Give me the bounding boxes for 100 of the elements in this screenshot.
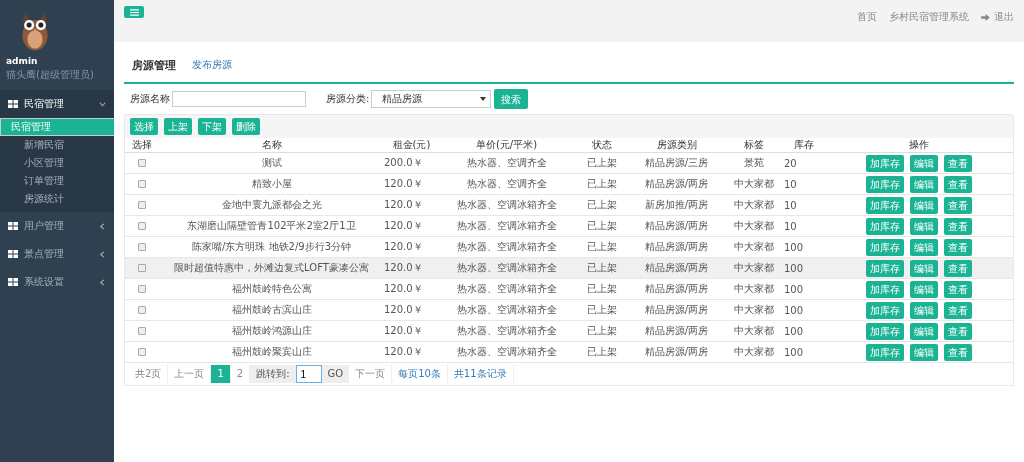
table-cell: 精品房源/三房 xyxy=(644,157,709,168)
submenu-item[interactable]: 小区管理 xyxy=(0,154,114,172)
nav-link[interactable]: 首页 xyxy=(857,10,877,24)
row-action-button[interactable]: 查看 xyxy=(943,175,972,193)
publish-link[interactable]: 发布房源 xyxy=(192,58,232,72)
column-header: 库存 xyxy=(794,139,814,150)
logout-link[interactable]: 退出 xyxy=(994,10,1014,24)
menu-item[interactable]: 用户管理 xyxy=(0,212,114,240)
go-button[interactable]: GO xyxy=(321,365,350,383)
row-action-button[interactable]: 编辑 xyxy=(909,175,938,193)
column-header: 选择 xyxy=(132,139,152,150)
table-cell: 测试 xyxy=(261,157,282,168)
menu-item[interactable]: 景点管理 xyxy=(0,240,114,268)
row-action-button[interactable]: 查看 xyxy=(943,259,972,277)
grid-icon xyxy=(8,250,18,258)
nav-link[interactable]: 乡村民宿管理系统 xyxy=(889,10,969,24)
row-action-button[interactable]: 编辑 xyxy=(909,322,938,340)
row-action-button[interactable]: 查看 xyxy=(943,217,972,235)
row-action-button[interactable]: 编辑 xyxy=(909,238,938,256)
row-action-button[interactable]: 查看 xyxy=(943,238,972,256)
action-button[interactable]: 上架 xyxy=(164,118,192,135)
row-action-button[interactable]: 加库存 xyxy=(865,154,904,172)
grid-icon xyxy=(8,222,18,230)
row-checkbox[interactable] xyxy=(138,305,146,314)
table-cell: 已上架 xyxy=(586,346,617,357)
table-cell: 精品房源/两房 xyxy=(644,346,709,357)
table-cell: 100 xyxy=(784,262,804,274)
table-cell: 已上架 xyxy=(586,157,617,168)
table-cell: 热水器、空调冰箱齐全 xyxy=(456,262,557,273)
row-checkbox[interactable] xyxy=(138,263,146,272)
row-action-button[interactable]: 加库存 xyxy=(865,259,904,277)
submenu-item[interactable]: 房源统计 xyxy=(0,190,114,208)
row-action-button[interactable]: 查看 xyxy=(943,280,972,298)
table-cell: 景苑 xyxy=(744,157,764,168)
row-action-button[interactable]: 编辑 xyxy=(909,343,938,361)
page-link[interactable]: 1 xyxy=(211,365,231,383)
table-cell: 精品房源/两房 xyxy=(644,283,709,294)
user-role-dropdown[interactable]: 猫头鹰(超级管理员) xyxy=(6,68,114,82)
row-action-button[interactable]: 查看 xyxy=(943,196,972,214)
row-action-button[interactable]: 加库存 xyxy=(865,301,904,319)
row-checkbox[interactable] xyxy=(138,326,146,335)
table-cell: 精品房源/两房 xyxy=(644,262,709,273)
table-cell: 中大家都 xyxy=(734,283,774,294)
row-action-button[interactable]: 加库存 xyxy=(865,238,904,256)
table-cell: 10 xyxy=(784,178,797,190)
jump-label: 跳转到: xyxy=(250,365,296,383)
row-action-button[interactable]: 查看 xyxy=(943,154,972,172)
row-checkbox[interactable] xyxy=(138,242,146,251)
submenu-item[interactable]: 新增民宿 xyxy=(0,136,114,154)
submenu-item[interactable]: 民宿管理 xyxy=(0,118,114,136)
row-action-button[interactable]: 加库存 xyxy=(865,196,904,214)
page-title: 房源管理 xyxy=(132,57,176,73)
row-action-button[interactable]: 加库存 xyxy=(865,343,904,361)
table-cell: 中大家都 xyxy=(734,325,774,336)
row-action-button[interactable]: 加库存 xyxy=(865,217,904,235)
table-cell: 热水器、空调冰箱齐全 xyxy=(456,304,557,315)
column-header: 操作 xyxy=(908,139,929,150)
row-action-button[interactable]: 查看 xyxy=(943,301,972,319)
table-cell: 中大家都 xyxy=(734,304,774,315)
table-cell: 已上架 xyxy=(586,262,617,273)
row-checkbox[interactable] xyxy=(138,284,146,293)
table-cell: 热水器、空调冰箱齐全 xyxy=(456,199,557,210)
row-action-button[interactable]: 加库存 xyxy=(865,175,904,193)
table-cell: 福州鼓岭聚宾山庄 xyxy=(231,346,312,357)
row-checkbox[interactable] xyxy=(138,200,146,209)
table-cell: 热水器、空调冰箱齐全 xyxy=(456,346,557,357)
name-input-field[interactable] xyxy=(172,91,306,107)
search-button[interactable]: 搜索 xyxy=(494,89,529,109)
row-action-button[interactable]: 编辑 xyxy=(909,301,938,319)
table-cell: 120.0￥ xyxy=(384,262,423,273)
menu-toggle-button[interactable] xyxy=(124,6,144,18)
table-cell: 热水器、空调齐全 xyxy=(466,157,547,168)
row-checkbox[interactable] xyxy=(138,347,146,356)
row-action-button[interactable]: 编辑 xyxy=(909,196,938,214)
chevron-left-icon xyxy=(99,278,106,286)
column-header: 名称 xyxy=(261,139,282,150)
table-cell: 中大家都 xyxy=(734,346,774,357)
row-action-button[interactable]: 编辑 xyxy=(909,259,938,277)
submenu-item[interactable]: 订单管理 xyxy=(0,172,114,190)
category-select[interactable]: 精品房源 xyxy=(371,90,492,108)
table-cell: 限时超值特惠中，外滩边复式LOFT豪凑公寓 xyxy=(174,262,369,273)
table-cell: 120.0￥ xyxy=(384,178,423,189)
row-action-button[interactable]: 查看 xyxy=(943,343,972,361)
row-action-button[interactable]: 编辑 xyxy=(909,154,938,172)
row-action-button[interactable]: 编辑 xyxy=(909,280,938,298)
menu-item[interactable]: 系统设置 xyxy=(0,268,114,296)
row-checkbox[interactable] xyxy=(138,179,146,188)
row-action-button[interactable]: 加库存 xyxy=(865,322,904,340)
table-cell: 福州鼓岭特色公寓 xyxy=(231,283,312,294)
row-checkbox[interactable] xyxy=(138,158,146,167)
table-cell: 热水器、空调冰箱齐全 xyxy=(456,241,557,252)
row-action-button[interactable]: 查看 xyxy=(943,322,972,340)
row-checkbox[interactable] xyxy=(138,221,146,230)
row-action-button[interactable]: 编辑 xyxy=(909,217,938,235)
menu-item[interactable]: 民宿管理 xyxy=(0,90,114,118)
action-button[interactable]: 选择 xyxy=(130,118,158,135)
page-input-field[interactable]: 1 xyxy=(295,365,322,383)
action-button[interactable]: 下架 xyxy=(198,118,226,135)
row-action-button[interactable]: 加库存 xyxy=(865,280,904,298)
action-button[interactable]: 删除 xyxy=(232,118,260,135)
